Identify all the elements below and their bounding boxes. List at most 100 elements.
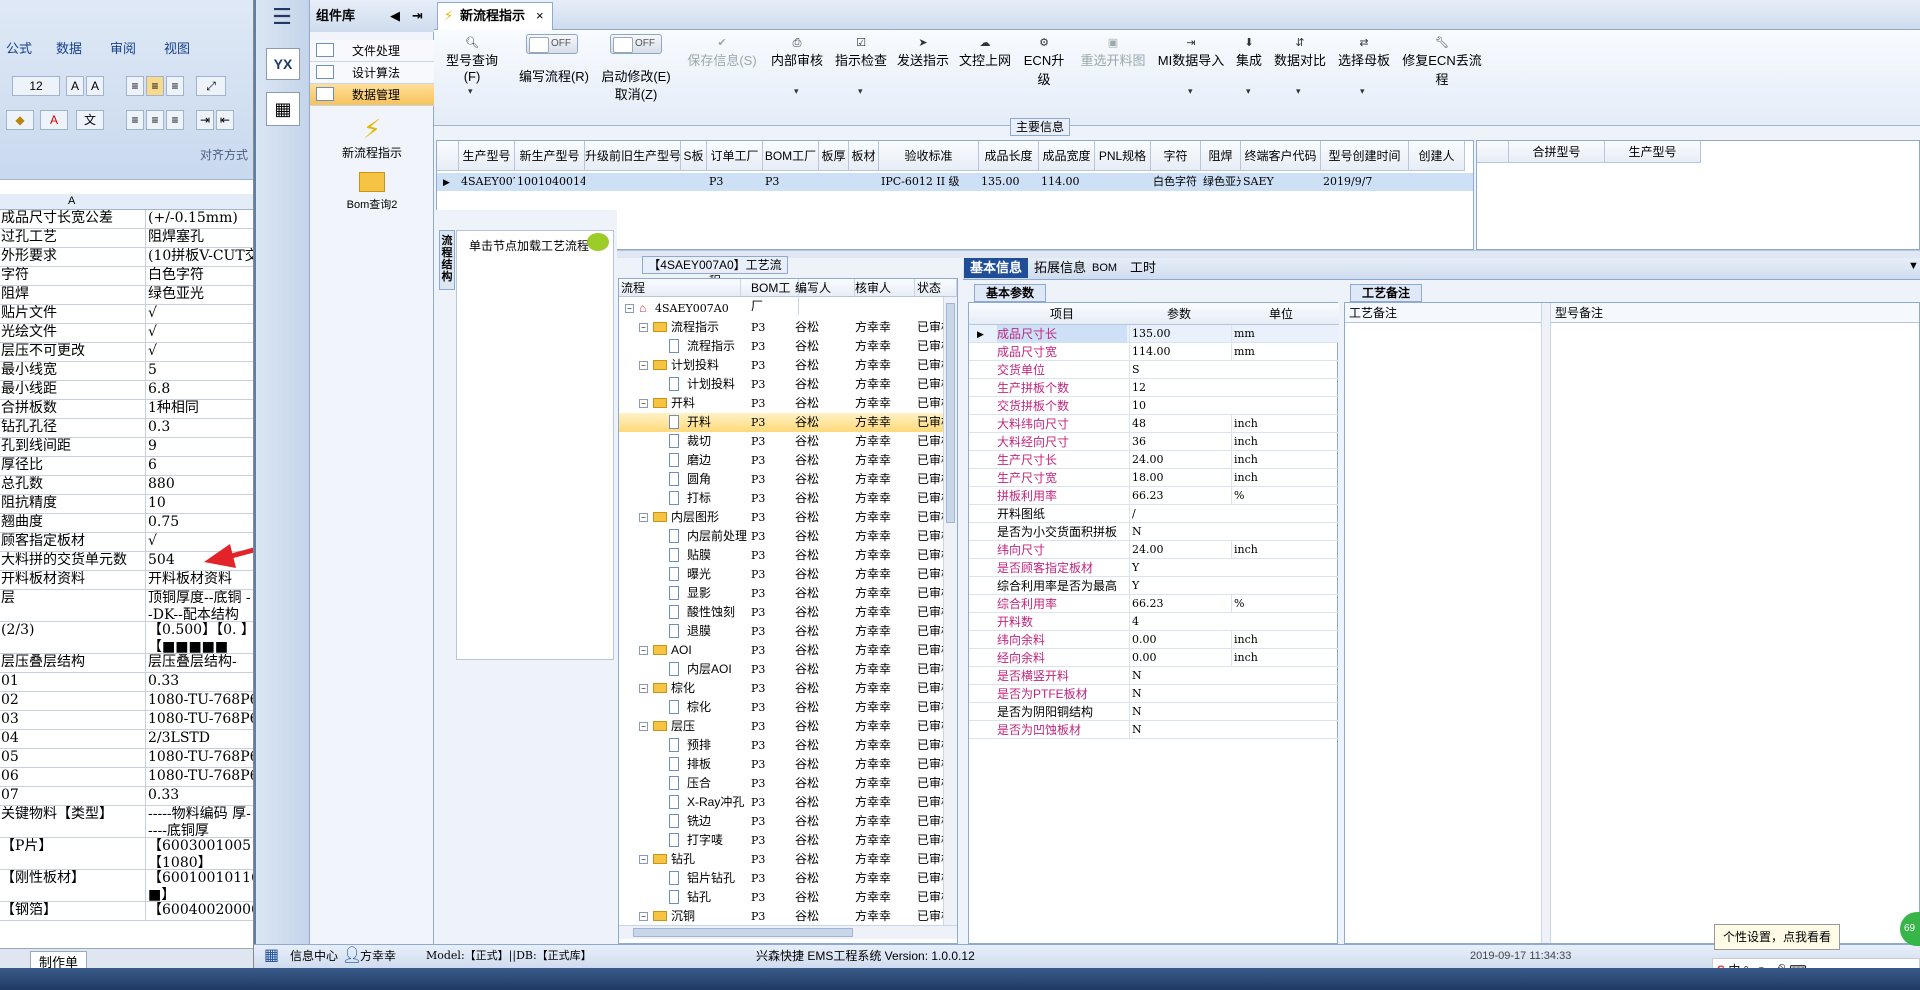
cell-a[interactable]: 【P片】: [0, 838, 146, 869]
tree-row[interactable]: − 流程指示 P3 谷松 方幸幸 已审核: [619, 318, 943, 337]
param-value[interactable]: 48: [1129, 415, 1229, 433]
param-value[interactable]: N: [1129, 703, 1229, 721]
align-bottom-icon[interactable]: ≡: [166, 76, 184, 96]
param-row[interactable]: 大料纬向尺寸 48 inch: [969, 415, 1339, 433]
collapse-icon[interactable]: −: [639, 361, 648, 370]
close-icon[interactable]: ×: [536, 3, 544, 29]
column-header[interactable]: 验收标准: [879, 141, 979, 171]
sheet-row[interactable]: 05 1080-TU-768P6: [0, 749, 253, 768]
tree-row[interactable]: 打字唛 P3 谷松 方幸幸 已审核: [619, 831, 943, 850]
cell-b[interactable]: 开料板材资料: [146, 571, 253, 589]
pin-icon[interactable]: ⇥: [412, 0, 423, 32]
dropdown-arrow-icon[interactable]: ▾: [1246, 86, 1251, 97]
column-a-label[interactable]: A: [68, 195, 75, 207]
dropdown-arrow-icon[interactable]: ▾: [1188, 86, 1193, 97]
param-row[interactable]: 生产拼板个数 12: [969, 379, 1339, 397]
tree-row[interactable]: 内层AOI P3 谷松 方幸幸 已审核: [619, 660, 943, 679]
tree-row[interactable]: 圆角 P3 谷松 方幸幸 已审核: [619, 470, 943, 489]
model-query-button[interactable]: 🔍︎ 型号查询(F): [440, 36, 504, 84]
cell-b[interactable]: 白色字符: [146, 267, 253, 285]
cell-b[interactable]: -----物料编码 厚-----底铜厚: [146, 806, 253, 837]
cell-b[interactable]: 9: [146, 438, 253, 456]
tree-row[interactable]: 裁切 P3 谷松 方幸幸 已审核: [619, 432, 943, 451]
app-logo[interactable]: YX: [266, 48, 300, 80]
align-center-icon[interactable]: ≡: [146, 110, 164, 130]
notes-scrollbar[interactable]: [1541, 303, 1551, 943]
cell-a[interactable]: 外形要求: [0, 248, 146, 266]
sheet-row[interactable]: (2/3) 【0.500】【0. 】【■■■■■: [0, 622, 253, 654]
cell-b[interactable]: √: [146, 324, 253, 342]
cell-a[interactable]: 厚径比: [0, 457, 146, 475]
cell-a[interactable]: 阻抗精度: [0, 495, 146, 513]
cell-b[interactable]: 1080-TU-768P6: [146, 749, 253, 767]
param-row[interactable]: 是否为凹蚀板材 N: [969, 721, 1339, 739]
grid-icon[interactable]: ▦: [264, 947, 284, 965]
data-compare-button[interactable]: ⇵ 数据对比: [1272, 36, 1328, 69]
collapse-icon[interactable]: −: [639, 513, 648, 522]
param-row[interactable]: 拼板利用率 66.23%: [969, 487, 1339, 505]
sheet-row[interactable]: 阻焊 绿色亚光: [0, 286, 253, 305]
cell-b[interactable]: √: [146, 305, 253, 323]
cell-a[interactable]: 顾客指定板材: [0, 533, 146, 551]
cell-b[interactable]: 【600400200001: [146, 902, 253, 920]
tab-dropdown-icon[interactable]: ▼: [1908, 260, 1919, 272]
tree-row[interactable]: 磨边 P3 谷松 方幸幸 已审核: [619, 451, 943, 470]
grid-cell[interactable]: 114.00: [1039, 173, 1095, 191]
library-item-data-management[interactable]: 数据管理: [310, 84, 434, 106]
cell-b[interactable]: √: [146, 343, 253, 361]
grid-cell[interactable]: IPC-6012 II 级: [879, 173, 979, 191]
column-header[interactable]: 生产型号: [459, 141, 515, 171]
cell-a[interactable]: 过孔工艺: [0, 229, 146, 247]
cell-a[interactable]: 04: [0, 730, 146, 748]
param-value[interactable]: 114.00: [1129, 343, 1229, 361]
param-value[interactable]: 18.00: [1129, 469, 1229, 487]
fill-color-icon[interactable]: ◆: [6, 110, 34, 130]
sheet-row[interactable]: 外形要求 (10拼板V-CUT交: [0, 248, 253, 267]
cell-b[interactable]: 【600100101161 ■】: [146, 870, 253, 901]
sheet-row[interactable]: 【P片】【600300100511 【1080】: [0, 838, 253, 870]
cell-a[interactable]: 关键物料【类型】: [0, 806, 146, 837]
column-header[interactable]: 项目: [997, 303, 1127, 325]
sheet-row[interactable]: 04 2/3LSTD: [0, 730, 253, 749]
collapse-icon[interactable]: −: [639, 855, 648, 864]
tab-bom[interactable]: BOM: [1086, 258, 1123, 278]
param-value[interactable]: N: [1129, 667, 1229, 685]
sheet-row[interactable]: 贴片文件 √: [0, 305, 253, 324]
menu-icon[interactable]: ☰: [266, 6, 298, 32]
indent-icon[interactable]: ⇥: [196, 110, 214, 130]
excel-tab-data[interactable]: 数据: [56, 38, 82, 57]
tree-row[interactable]: 退膜 P3 谷松 方幸幸 已审核: [619, 622, 943, 641]
cell-b[interactable]: 1种相同: [146, 400, 253, 418]
tree-column-header[interactable]: 核审人: [855, 279, 915, 297]
sheet-row[interactable]: 过孔工艺 阻焊塞孔: [0, 229, 253, 248]
param-row[interactable]: 大料经向尺寸 36 inch: [969, 433, 1339, 451]
tree-row[interactable]: 打标 P3 谷松 方幸幸 已审核: [619, 489, 943, 508]
tree-column-header[interactable]: 流程: [621, 279, 741, 297]
font-color-icon[interactable]: A: [40, 110, 68, 130]
tree-column-header[interactable]: 状态: [917, 279, 957, 297]
tree-row[interactable]: 压合 P3 谷松 方幸幸 已审核: [619, 774, 943, 793]
param-row[interactable]: 是否横竖开料 N: [969, 667, 1339, 685]
param-row[interactable]: ▶ 成品尺寸长 135.00 mm: [969, 325, 1339, 343]
process-tree-grid[interactable]: 流程 BOM工厂 编写人 核审人 状态 − ⌂ 4SAEY007A0− 流程指示 P3 谷松 方幸幸…: [618, 278, 958, 944]
grow-font-icon[interactable]: A: [66, 76, 84, 96]
tree-row[interactable]: 显影 P3 谷松 方幸幸 已审核: [619, 584, 943, 603]
sheet-row[interactable]: 06 1080-TU-768P6: [0, 768, 253, 787]
param-value[interactable]: 66.23: [1129, 487, 1229, 505]
grid-cell[interactable]: 白色字符: [1151, 173, 1201, 191]
select-master-board-button[interactable]: ⇄ 选择母板: [1336, 36, 1392, 69]
param-row[interactable]: 开料数 4: [969, 613, 1339, 631]
param-value[interactable]: 36: [1129, 433, 1229, 451]
cell-a[interactable]: 最小线距: [0, 381, 146, 399]
column-header[interactable]: 型号创建时间: [1321, 141, 1409, 171]
column-header[interactable]: PNL规格: [1095, 141, 1151, 171]
tree-row[interactable]: − 沉铜 P3 谷松 方幸幸 已审核: [619, 907, 943, 925]
tree-row[interactable]: 计划投料 P3 谷松 方幸幸 已审核: [619, 375, 943, 394]
cell-b[interactable]: 0.3: [146, 419, 253, 437]
column-header[interactable]: 单位: [1231, 303, 1331, 325]
new-process-launcher[interactable]: ⚡ 新流程指示: [310, 114, 434, 161]
tree-row[interactable]: − 钻孔 P3 谷松 方幸幸 已审核: [619, 850, 943, 869]
sheet-row[interactable]: 【刚性板材】【600100101161 ■】: [0, 870, 253, 902]
align-middle-icon[interactable]: ≡: [146, 76, 164, 96]
grid-cell[interactable]: [1095, 173, 1151, 191]
